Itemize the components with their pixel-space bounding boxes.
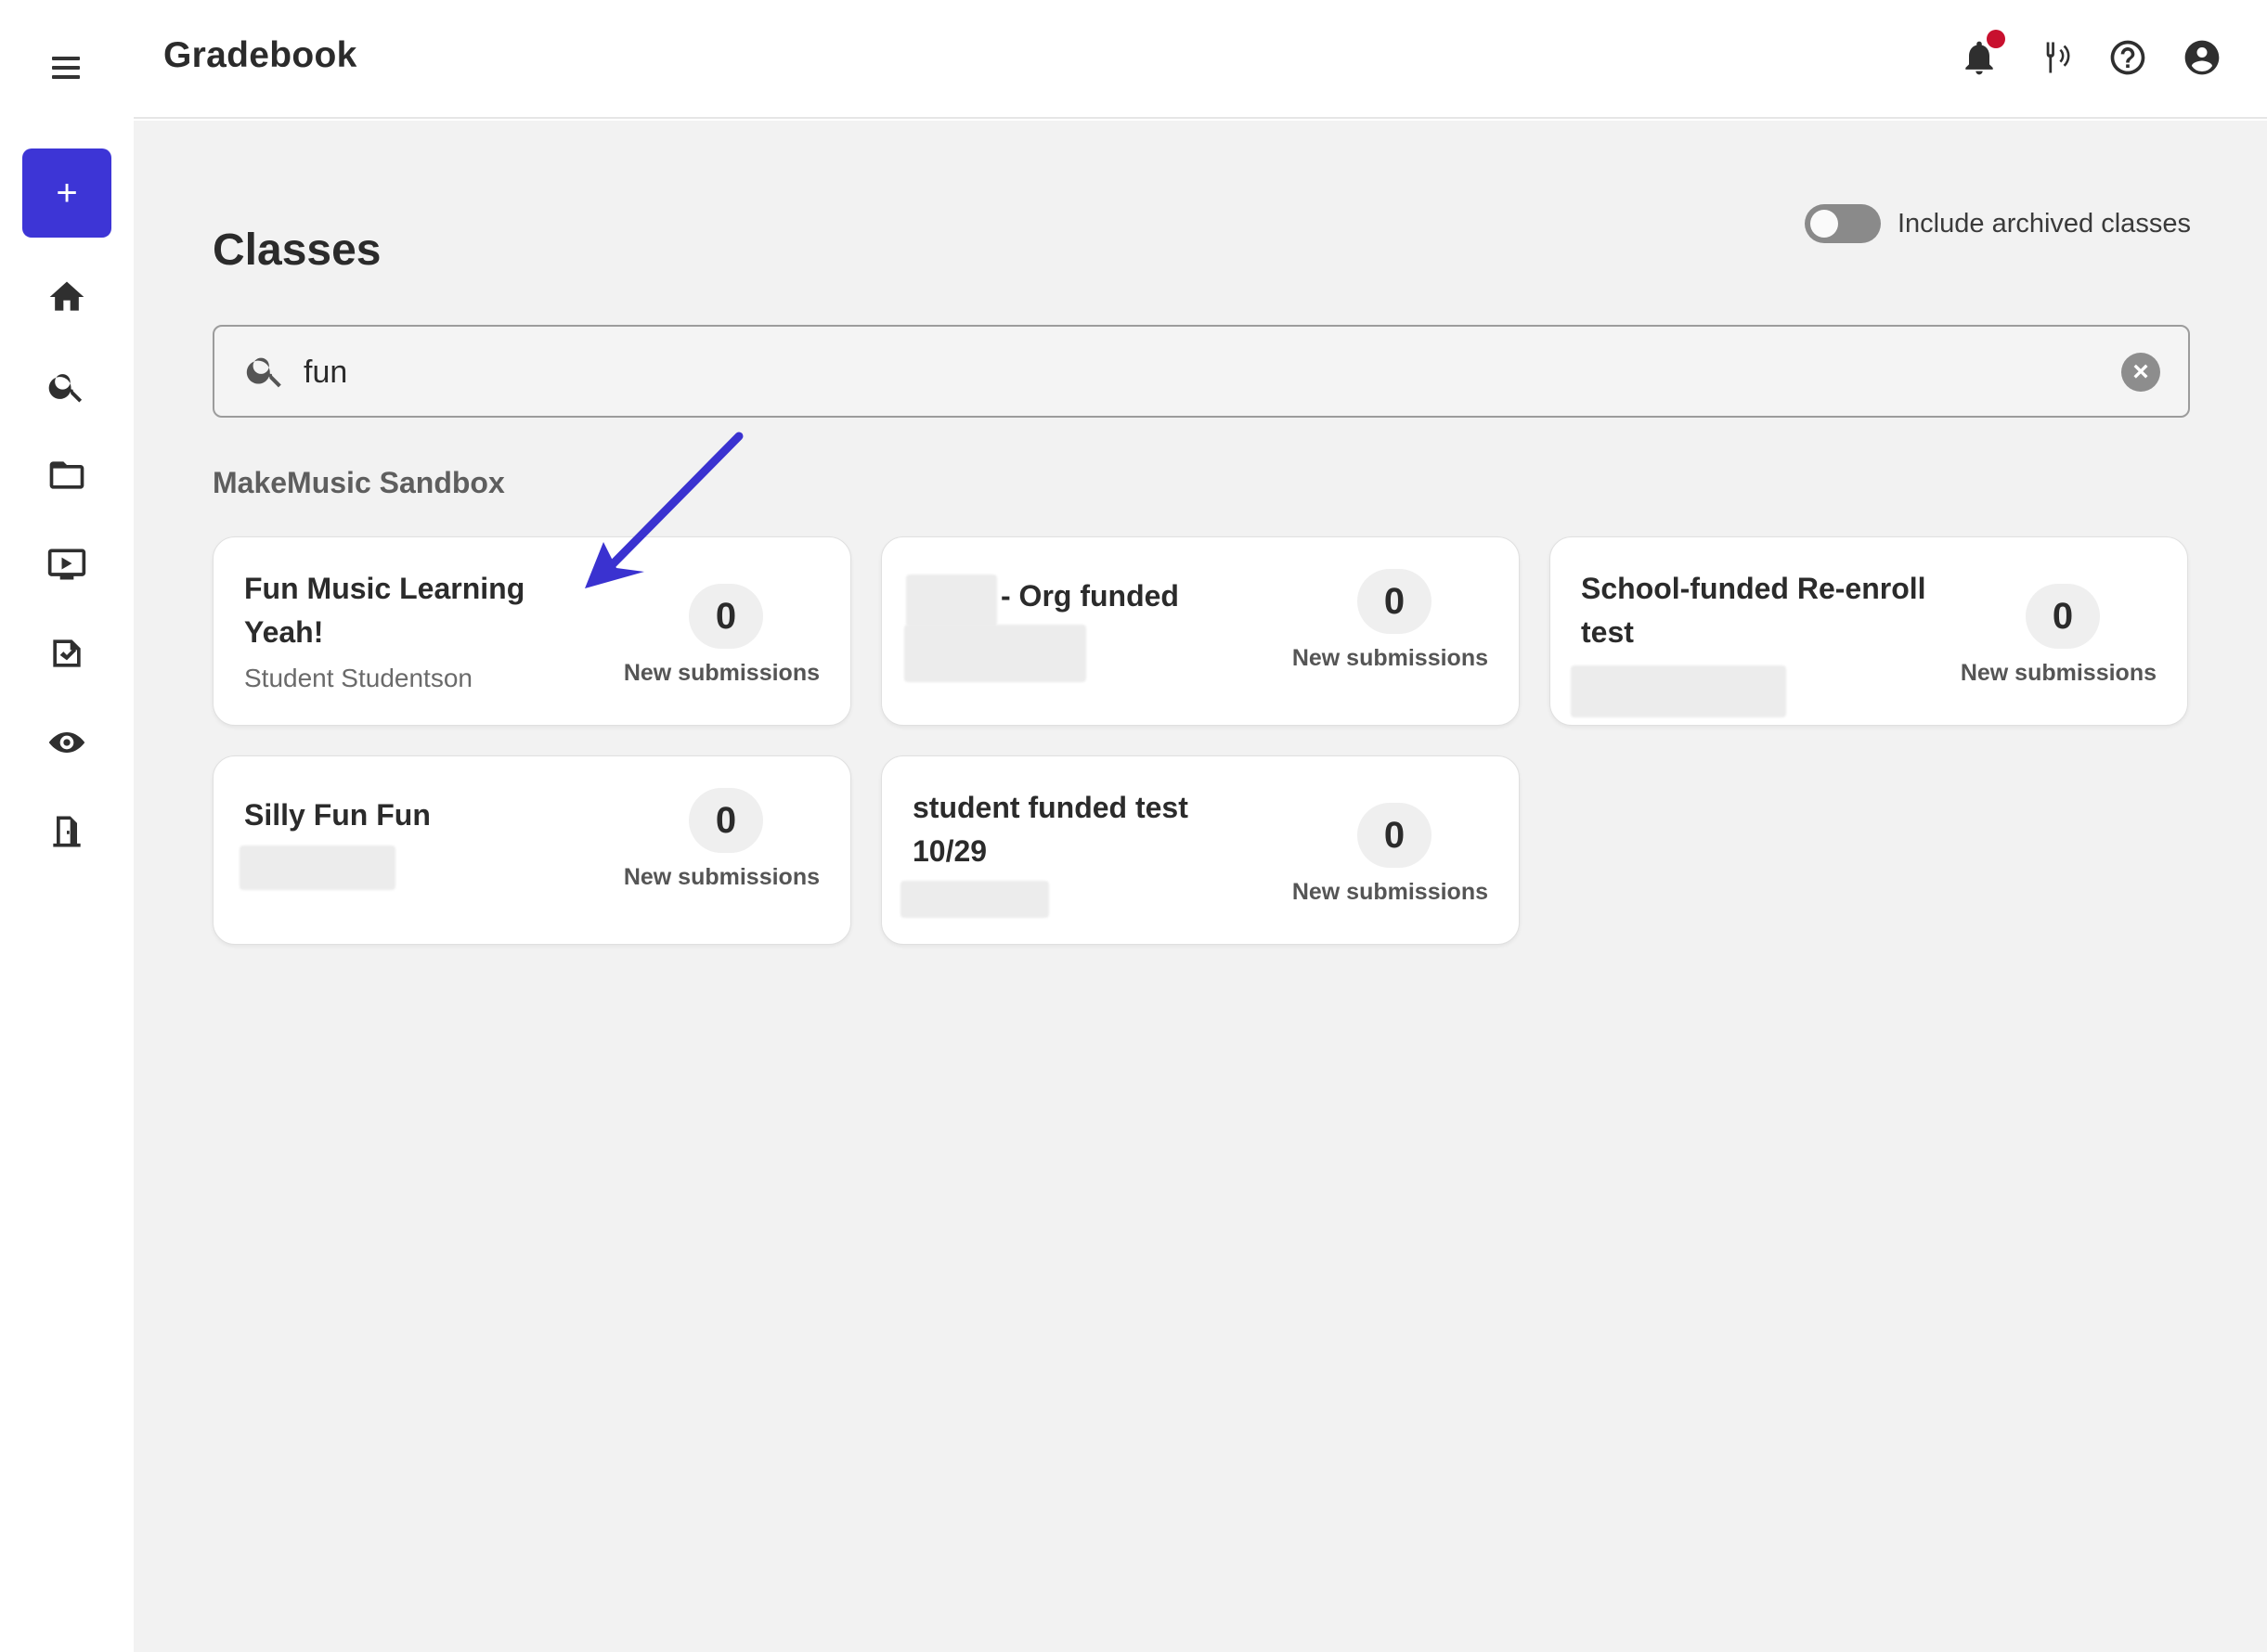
- submission-count-label: New submissions: [623, 660, 820, 686]
- class-title: Fun Music Learning Yeah!: [244, 572, 525, 649]
- submission-count-label: New submissions: [623, 864, 820, 890]
- toggle-knob: [1810, 210, 1838, 238]
- listen-icon[interactable]: [45, 720, 89, 765]
- class-title: - Org funded: [1001, 579, 1179, 613]
- submission-count: 0: [1357, 803, 1431, 868]
- submission-count: 0: [1357, 569, 1431, 634]
- class-title: Silly Fun Fun: [244, 798, 431, 832]
- search-icon: [244, 349, 287, 392]
- include-archived-toggle[interactable]: [1805, 204, 1881, 243]
- main-content: Classes Include archived classes × MakeM…: [134, 121, 2267, 1652]
- class-title: School-funded Re-enroll test: [1581, 572, 1926, 649]
- archived-toggle-row: Include archived classes: [1805, 204, 2191, 243]
- class-card[interactable]: student funded test 10/29 0 New submissi…: [881, 755, 1520, 945]
- class-card[interactable]: Fun Music Learning Yeah! Student Student…: [213, 536, 851, 726]
- submission-count-label: New submissions: [1291, 879, 1488, 905]
- submission-count-label: New submissions: [1960, 660, 2157, 686]
- video-icon[interactable]: [45, 542, 89, 587]
- notification-badge: [1987, 30, 2005, 48]
- class-title: student funded test 10/29: [913, 791, 1188, 868]
- class-card[interactable]: - Org funded 0 New submissions: [881, 536, 1520, 726]
- redacted-region: [900, 881, 1049, 918]
- class-search-box: ×: [213, 325, 2190, 418]
- submission-count-label: New submissions: [1291, 645, 1488, 671]
- redacted-region: [240, 845, 395, 890]
- class-card[interactable]: Silly Fun Fun 0 New submissions: [213, 755, 851, 945]
- exit-icon[interactable]: [45, 809, 89, 854]
- account-icon[interactable]: [2182, 37, 2222, 78]
- redacted-region: [904, 625, 1086, 682]
- home-icon[interactable]: [45, 275, 89, 319]
- class-card[interactable]: School-funded Re-enroll test 0 New submi…: [1549, 536, 2188, 726]
- search-input[interactable]: [304, 347, 2067, 397]
- plus-icon: +: [56, 172, 78, 213]
- tuner-icon[interactable]: [2033, 37, 2074, 78]
- class-subtitle: Student Studentson: [244, 664, 473, 692]
- app-title: Gradebook: [163, 35, 357, 75]
- redacted-region: [1571, 665, 1786, 717]
- help-icon[interactable]: [2107, 37, 2148, 78]
- bell-icon[interactable]: [1959, 30, 2005, 78]
- group-title: MakeMusic Sandbox: [213, 466, 505, 499]
- assignment-icon[interactable]: [45, 631, 89, 676]
- search-icon[interactable]: [45, 364, 89, 408]
- clear-search-icon[interactable]: ×: [2121, 353, 2160, 392]
- redacted-region: [906, 574, 997, 626]
- hamburger-menu-icon[interactable]: [45, 48, 87, 87]
- submission-count: 0: [2026, 584, 2100, 649]
- sidebar: +: [0, 0, 134, 1652]
- top-bar: Gradebook: [134, 0, 2267, 119]
- page-title: Classes: [213, 226, 382, 275]
- folder-icon[interactable]: [45, 453, 89, 497]
- create-button[interactable]: +: [22, 148, 111, 238]
- submission-count: 0: [689, 788, 763, 853]
- include-archived-label: Include archived classes: [1898, 208, 2191, 239]
- submission-count: 0: [689, 584, 763, 649]
